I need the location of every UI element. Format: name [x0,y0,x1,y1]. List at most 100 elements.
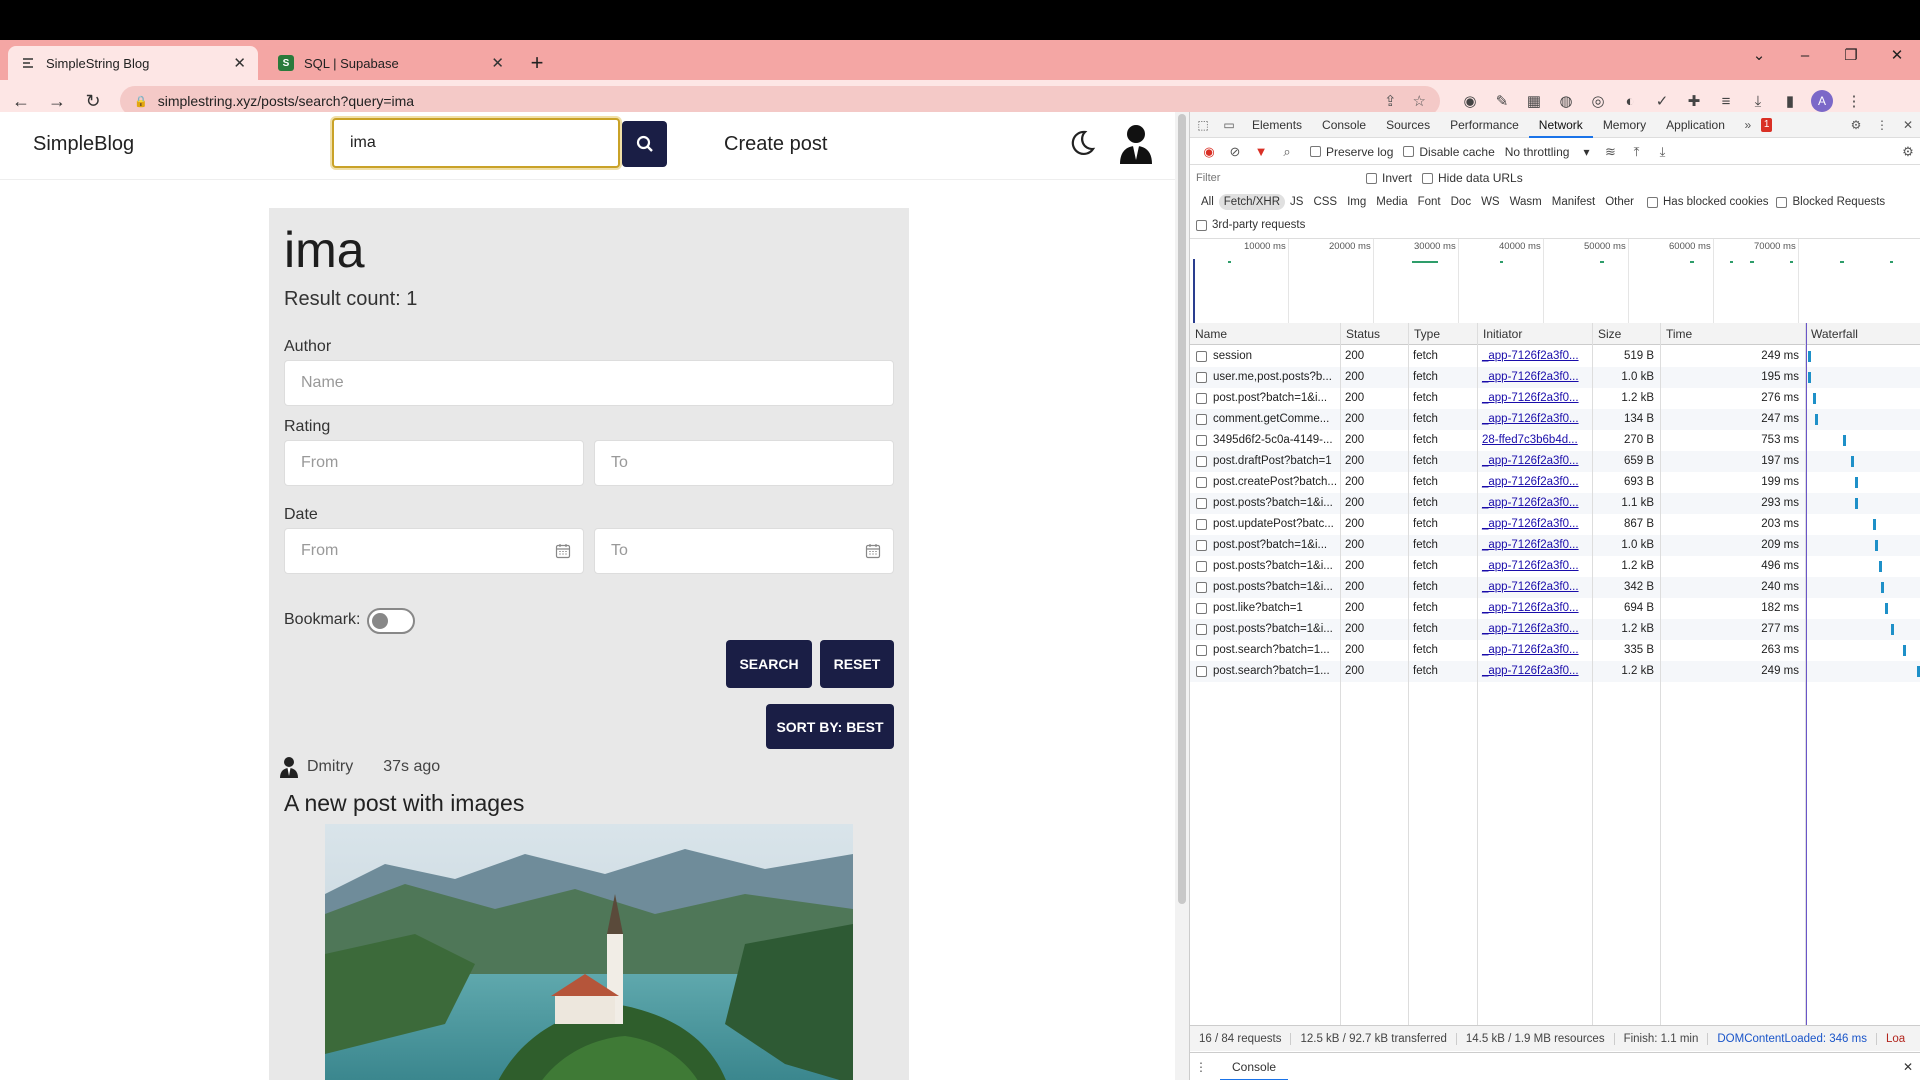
puzzle-icon[interactable]: ✚ [1678,92,1710,110]
request-name[interactable]: post.posts?batch=1&i... [1208,556,1339,577]
preserve-log-checkbox[interactable]: Preserve log [1310,145,1393,159]
request-name[interactable]: 3495d6f2-5c0a-4149-... [1208,430,1339,451]
request-name[interactable]: post.draftPost?batch=1 [1208,451,1339,472]
blocked-requests-checkbox[interactable]: Blocked Requests [1776,196,1885,208]
request-name[interactable]: post.posts?batch=1&i... [1208,577,1339,598]
network-conditions-icon[interactable]: ≋ [1597,144,1623,160]
request-initiator[interactable]: _app-7126f2a3f0... [1477,451,1591,472]
request-initiator[interactable]: _app-7126f2a3f0... [1477,577,1591,598]
post-author-name[interactable]: Dmitry [307,758,353,776]
extension-icon[interactable]: ◐ [1614,93,1646,110]
request-initiator[interactable]: _app-7126f2a3f0... [1477,598,1591,619]
type-filter-media[interactable]: Media [1371,194,1412,210]
restore-icon[interactable]: ❐ [1828,40,1874,70]
minimize-icon[interactable]: – [1782,40,1828,70]
request-row[interactable]: post.posts?batch=1&i... 200 fetch _app-7126… [1190,493,1920,514]
request-name[interactable]: post.search?batch=1... [1208,661,1339,682]
checkbox-box[interactable] [1196,219,1207,231]
search-button[interactable] [622,121,667,167]
filter-icon[interactable]: ▼ [1248,144,1274,159]
request-initiator[interactable]: 28-ffed7c3b6b4d... [1477,430,1591,451]
devtools-close-icon[interactable]: ✕ [1895,118,1920,132]
column-header-waterfall[interactable]: Waterfall [1805,323,1920,345]
request-row-checkbox[interactable] [1196,372,1207,383]
clear-icon[interactable]: ⊘ [1222,144,1248,160]
new-tab-icon[interactable]: + [522,46,552,80]
request-row[interactable]: 3495d6f2-5c0a-4149-... 200 fetch 28-ffed7c3… [1190,430,1920,451]
request-row-checkbox[interactable] [1196,666,1207,677]
tab-search-icon[interactable]: ⌄ [1736,40,1782,70]
request-row-checkbox[interactable] [1196,645,1207,656]
request-initiator[interactable]: _app-7126f2a3f0... [1477,493,1591,514]
date-to-input[interactable] [594,528,894,574]
lock-icon[interactable]: 🔒 [134,95,148,108]
reset-button[interactable]: RESET [820,640,894,688]
request-row[interactable]: post.search?batch=1... 200 fetch _app-7126f… [1190,661,1920,682]
checkbox-box[interactable] [1422,172,1434,184]
request-initiator[interactable]: _app-7126f2a3f0... [1477,367,1591,388]
devtools-tab-elements[interactable]: Elements [1242,112,1312,138]
request-name[interactable]: user.me,post.posts?b... [1208,367,1339,388]
request-row[interactable]: post.createPost?batch... 200 fetch _app-712… [1190,472,1920,493]
request-initiator[interactable]: _app-7126f2a3f0... [1477,556,1591,577]
bookmark-toggle[interactable] [367,608,415,634]
check-icon[interactable]: ✓ [1646,92,1678,110]
request-row-checkbox[interactable] [1196,540,1207,551]
request-row[interactable]: post.like?batch=1 200 fetch _app-7126f2a3f0… [1190,598,1920,619]
request-row-checkbox[interactable] [1196,603,1207,614]
user-avatar-icon[interactable] [1117,122,1155,164]
extension-icon[interactable]: ◉ [1454,92,1486,110]
devtools-tab-performance[interactable]: Performance [1440,112,1529,138]
menu-icon[interactable]: ⋮ [1838,92,1870,110]
type-filter-wasm[interactable]: Wasm [1505,194,1547,210]
author-avatar-icon[interactable] [279,756,299,778]
request-name[interactable]: post.like?batch=1 [1208,598,1339,619]
export-har-icon[interactable]: ⤓ [1649,144,1675,160]
type-filter-all[interactable]: All [1196,194,1219,210]
devtools-tab-network[interactable]: Network [1528,112,1593,138]
create-post-link[interactable]: Create post [724,133,827,156]
request-initiator[interactable]: _app-7126f2a3f0... [1477,514,1591,535]
request-initiator[interactable]: _app-7126f2a3f0... [1477,640,1591,661]
extension-icon[interactable]: ◎ [1582,92,1614,110]
rating-to-input[interactable] [594,440,894,486]
request-name[interactable]: post.search?batch=1... [1208,640,1339,661]
third-party-checkbox[interactable]: 3rd-party requests [1196,214,1305,236]
request-name[interactable]: post.createPost?batch... [1208,472,1339,493]
drawer-menu-icon[interactable]: ⋮ [1190,1060,1212,1074]
type-filter-css[interactable]: CSS [1308,194,1342,210]
checkbox-box[interactable] [1366,172,1377,184]
has-blocked-cookies-checkbox[interactable]: Has blocked cookies [1647,196,1768,208]
devtools-tab-sources[interactable]: Sources [1376,112,1440,138]
search-input[interactable] [332,118,620,168]
calendar-icon[interactable] [865,543,881,559]
download-icon[interactable]: ⤓ [1742,93,1774,110]
checkbox-box[interactable] [1776,196,1788,208]
checkbox-box[interactable] [1403,146,1415,157]
tab-close-icon[interactable]: ✕ [491,54,504,72]
request-row[interactable]: post.posts?batch=1&i... 200 fetch _app-7126… [1190,619,1920,640]
drawer-tab-console[interactable]: Console [1220,1053,1289,1080]
type-filter-js[interactable]: JS [1285,194,1308,210]
type-filter-manifest[interactable]: Manifest [1547,194,1600,210]
request-initiator[interactable]: _app-7126f2a3f0... [1477,388,1591,409]
window-close-icon[interactable]: ✕ [1874,40,1920,70]
request-row-checkbox[interactable] [1196,519,1207,530]
type-filter-other[interactable]: Other [1600,194,1639,210]
sort-button[interactable]: SORT BY: BEST [766,704,894,749]
filter-input[interactable] [1196,169,1356,187]
request-row-checkbox[interactable] [1196,477,1207,488]
request-name[interactable]: post.posts?batch=1&i... [1208,619,1339,640]
calendar-icon[interactable] [555,543,571,559]
request-row-checkbox[interactable] [1196,456,1207,467]
request-row-checkbox[interactable] [1196,582,1207,593]
author-name-input[interactable] [284,360,894,406]
network-settings-icon[interactable]: ⚙ [1895,144,1920,160]
request-initiator[interactable]: _app-7126f2a3f0... [1477,619,1591,640]
browser-tab-simplestring[interactable]: SimpleString Blog ✕ [8,46,258,80]
record-icon[interactable]: ◉ [1196,144,1222,160]
request-row[interactable]: post.posts?batch=1&i... 200 fetch _app-7126… [1190,577,1920,598]
search-submit-button[interactable]: SEARCH [726,640,812,688]
media-icon[interactable]: ≡ [1710,93,1742,110]
request-name[interactable]: session [1208,346,1339,367]
